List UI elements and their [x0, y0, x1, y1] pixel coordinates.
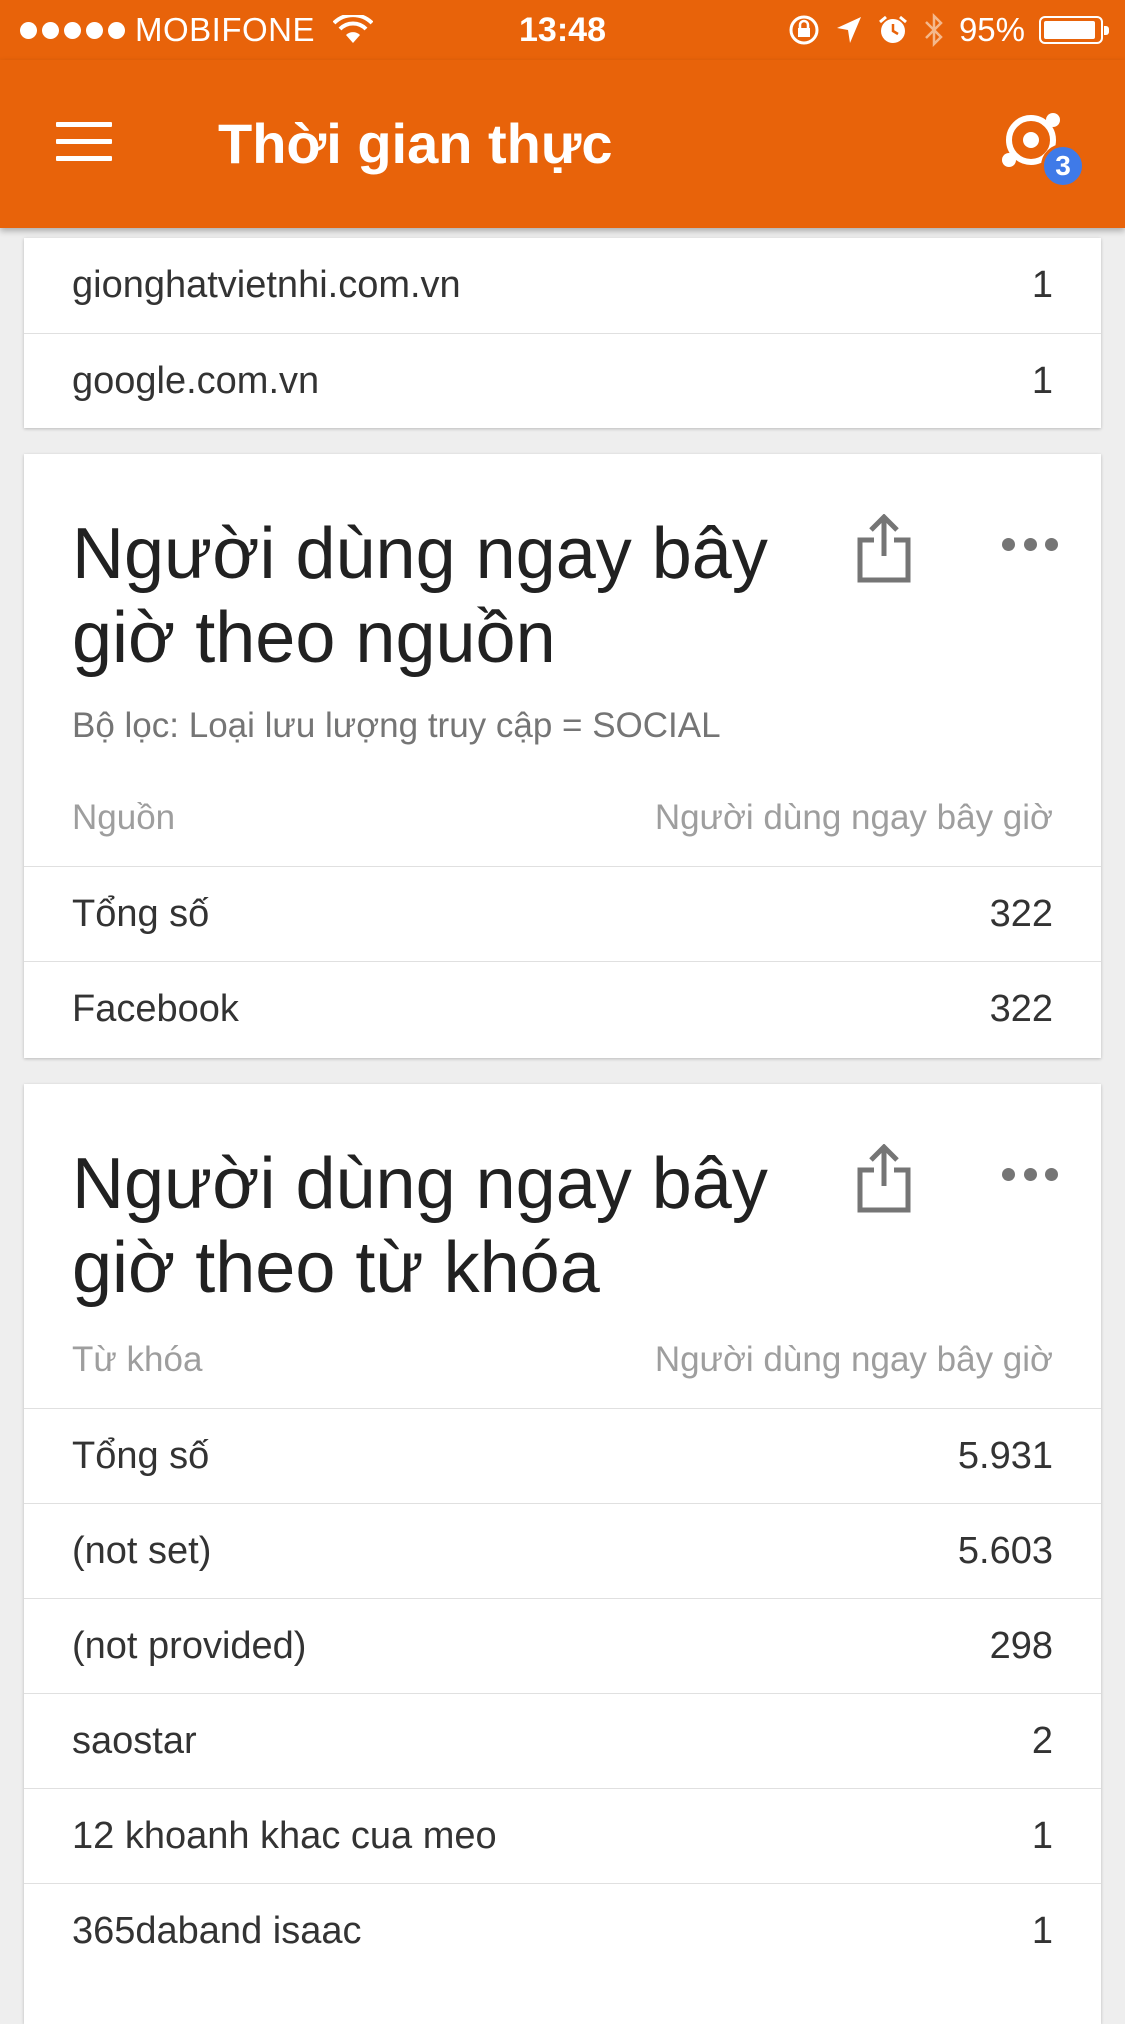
- table-row[interactable]: 12 khoanh khac cua meo 1: [24, 1788, 1101, 1883]
- row-value: 322: [989, 987, 1053, 1030]
- row-value: 298: [989, 1624, 1053, 1667]
- more-options-icon[interactable]: [1002, 1168, 1058, 1184]
- row-label: google.com.vn: [72, 359, 320, 402]
- battery-icon: [1039, 16, 1109, 44]
- row-label: saostar: [72, 1719, 197, 1762]
- row-value: 322: [989, 892, 1053, 935]
- location-icon: [836, 17, 861, 43]
- menu-icon[interactable]: [56, 122, 112, 162]
- share-icon[interactable]: [856, 1144, 912, 1214]
- table-row[interactable]: Tổng số 5.931: [24, 1408, 1101, 1503]
- status-bar-right: 95%: [787, 10, 1109, 50]
- more-options-icon[interactable]: [1002, 538, 1058, 554]
- card-title: Người dùng ngay bây giờ theo từ khóa: [72, 1144, 768, 1308]
- table-row[interactable]: Tổng số 322: [24, 866, 1101, 961]
- page-title: Thời gian thực: [218, 112, 613, 175]
- row-value: 1: [1031, 1909, 1053, 1952]
- column-header-users: Người dùng ngay bây giờ: [654, 1340, 1053, 1379]
- row-value: 5.931: [957, 1434, 1053, 1477]
- app-bar: Thời gian thực 3: [0, 60, 1125, 228]
- share-icon[interactable]: [856, 514, 912, 584]
- bluetooth-icon: [925, 13, 943, 47]
- row-label: Facebook: [72, 987, 239, 1030]
- row-value: 1: [1031, 264, 1053, 306]
- column-header: Nguồn Người dùng ngay bây giờ: [72, 788, 1053, 848]
- realtime-button[interactable]: 3: [999, 102, 1085, 188]
- battery-percentage: 95%: [958, 11, 1025, 48]
- column-header-source: Nguồn: [72, 798, 176, 837]
- filter-text: Bộ lọc: Loại lưu lượng truy cập = SOCIAL: [72, 706, 721, 745]
- referral-card: gionghatvietnhi.com.vn 1 google.com.vn 1: [24, 238, 1101, 428]
- status-bar: MOBIFONE 13:48 95%: [0, 0, 1125, 60]
- row-label: 365daband isaac: [72, 1909, 362, 1952]
- row-label: (not set): [72, 1529, 212, 1572]
- row-label: gionghatvietnhi.com.vn: [72, 264, 461, 306]
- row-value: 1: [1031, 1814, 1053, 1857]
- table-row[interactable]: Facebook 322: [24, 961, 1101, 1056]
- alarm-icon: [878, 15, 907, 43]
- notification-badge: 3: [1041, 144, 1085, 188]
- column-header: Từ khóa Người dùng ngay bây giờ: [72, 1330, 1053, 1390]
- column-header-keyword: Từ khóa: [72, 1340, 203, 1379]
- row-label: 12 khoanh khac cua meo: [72, 1814, 497, 1857]
- table-row[interactable]: (not provided) 298: [24, 1598, 1101, 1693]
- rotation-lock-icon: [789, 15, 819, 45]
- row-value: 2: [1031, 1719, 1053, 1762]
- source-card: Người dùng ngay bây giờ theo nguồn Bộ lọ…: [24, 454, 1101, 1058]
- table-row[interactable]: 365daband isaac 1: [24, 1883, 1101, 1978]
- row-label: Tổng số: [72, 892, 210, 935]
- column-header-users: Người dùng ngay bây giờ: [654, 798, 1053, 837]
- row-label: (not provided): [72, 1624, 307, 1667]
- row-value: 5.603: [957, 1529, 1053, 1572]
- card-title: Người dùng ngay bây giờ theo nguồn: [72, 514, 768, 678]
- table-row[interactable]: saostar 2: [24, 1693, 1101, 1788]
- table-row[interactable]: gionghatvietnhi.com.vn 1: [24, 238, 1101, 333]
- keyword-card: Người dùng ngay bây giờ theo từ khóa Từ …: [24, 1084, 1101, 2024]
- row-label: Tổng số: [72, 1434, 210, 1477]
- table-row[interactable]: (not set) 5.603: [24, 1503, 1101, 1598]
- table-row[interactable]: google.com.vn 1: [24, 333, 1101, 428]
- row-value: 1: [1031, 359, 1053, 402]
